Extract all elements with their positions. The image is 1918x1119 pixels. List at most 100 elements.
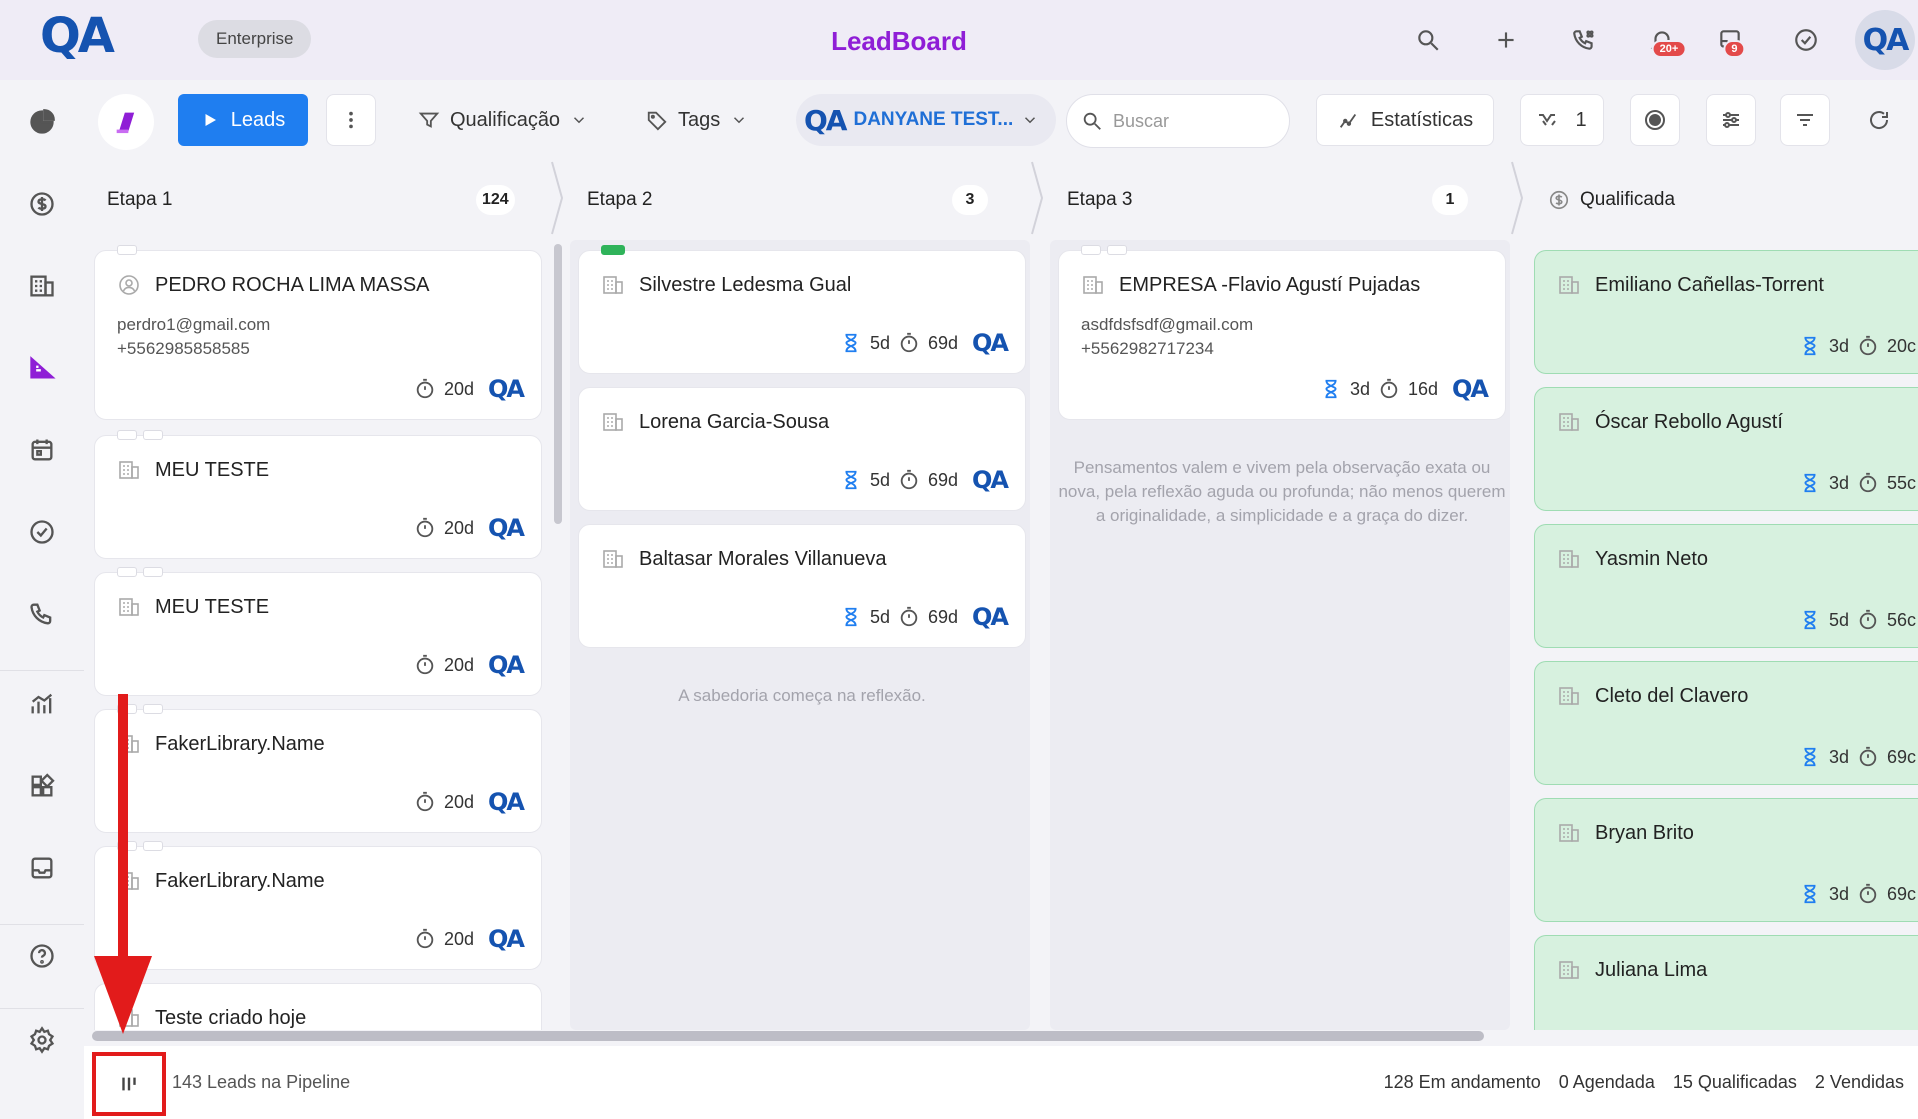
search-icon[interactable] — [1408, 20, 1448, 60]
dollar-icon[interactable] — [22, 184, 62, 224]
tasks-check-icon[interactable] — [22, 512, 62, 552]
building-icon[interactable] — [22, 266, 62, 306]
sidebar-divider — [0, 1008, 84, 1009]
lead-card[interactable]: Baltasar Morales Villanueva 5d 69d QA — [578, 524, 1026, 648]
lead-email: perdro1@gmail.com — [117, 315, 271, 334]
lead-card[interactable]: Juliana Lima — [1534, 935, 1918, 1030]
summary-qualified: 15 Qualificadas — [1672, 1072, 1797, 1092]
lead-card[interactable]: Emiliano Cañellas-Torrent 3d 20c — [1534, 250, 1918, 374]
bell-badge: 20+ — [1651, 40, 1687, 58]
phone-icon[interactable] — [22, 594, 62, 634]
lead-age: 20c — [1886, 335, 1916, 356]
user-selector[interactable]: QA DANYANE TEST... — [796, 94, 1056, 146]
settings-sliders-button[interactable] — [1706, 94, 1756, 146]
card-tabs — [601, 245, 625, 255]
hourglass-icon — [845, 333, 857, 353]
lead-card-footer: 5d 56c — [1799, 609, 1916, 631]
user-avatar-logo: QA — [804, 103, 848, 137]
lead-card[interactable]: FakerLibrary.Name 20d QA — [94, 704, 542, 833]
lead-card[interactable]: Yasmin Neto 5d 56c — [1534, 524, 1918, 648]
lead-card[interactable]: PEDRO ROCHA LIMA MASSA perdro1@gmail.com… — [94, 245, 542, 420]
lead-card[interactable]: Bryan Brito 3d 69c — [1534, 798, 1918, 922]
more-options-button[interactable] — [326, 94, 376, 146]
lead-card[interactable]: Óscar Rebollo Agustí 3d 55c — [1534, 387, 1918, 511]
refresh-button[interactable] — [1854, 94, 1904, 146]
column-quote: A sabedoria começa na reflexão. — [678, 686, 926, 705]
analytics-icon[interactable] — [22, 684, 62, 724]
timer-icon — [416, 928, 434, 949]
leadboard-icon[interactable] — [22, 348, 62, 388]
timer-icon — [416, 791, 434, 812]
widgets-icon[interactable] — [22, 766, 62, 806]
avatar[interactable]: QA — [1855, 10, 1915, 70]
building-icon — [603, 276, 623, 294]
lead-card[interactable]: Silvestre Ledesma Gual 5d 69d QA — [578, 245, 1026, 374]
view-toggle-button[interactable] — [1630, 94, 1680, 146]
search-icon — [1083, 112, 1101, 130]
lead-wait: 5d — [869, 332, 890, 353]
sidebar — [0, 80, 84, 1119]
hourglass-icon — [845, 607, 857, 627]
search-input[interactable] — [1113, 110, 1263, 132]
pipeline-brand-button[interactable] — [98, 94, 154, 150]
statistics-button-label: Estatísticas — [1370, 108, 1474, 131]
hourglass-icon — [1804, 336, 1816, 356]
owner-logo: QA — [972, 329, 1009, 357]
lead-card-footer: 3d 55c — [1799, 472, 1916, 494]
pipeline-total: 143 Leads na Pipeline — [172, 1072, 351, 1092]
dollar-icon — [1549, 190, 1569, 210]
filter-funnel-icon — [1539, 114, 1557, 126]
timer-icon — [1859, 883, 1877, 904]
help-icon[interactable] — [22, 936, 62, 976]
pipeline-summary: 128 Em andamento 0 Agendada 15 Qualifica… — [1384, 1072, 1904, 1093]
inbox-tray-icon[interactable] — [22, 848, 62, 888]
lead-wait: 3d — [1828, 746, 1849, 767]
building-icon — [119, 598, 139, 616]
lead-card-title: PEDRO ROCHA LIMA MASSA — [117, 273, 430, 297]
check-circle-icon[interactable] — [1786, 20, 1826, 60]
column-header-etapa-2: Etapa 2 — [587, 189, 653, 210]
lead-card-footer: 20d QA — [414, 788, 525, 816]
leads-button-label: Leads — [230, 108, 286, 131]
phone-dialpad-icon[interactable] — [1564, 20, 1604, 60]
kanban-view-button[interactable] — [92, 1052, 166, 1116]
tags-filter-label: Tags — [678, 108, 721, 131]
lead-name: Silvestre Ledesma Gual — [639, 273, 852, 296]
lead-age: 20d — [443, 791, 475, 812]
tags-filter[interactable]: Tags — [646, 94, 748, 146]
gear-icon[interactable] — [22, 1020, 62, 1060]
lead-wait: 3d — [1828, 472, 1849, 493]
stage-separator — [548, 160, 568, 236]
lead-age: 55c — [1886, 472, 1916, 493]
lead-card[interactable]: Cleto del Clavero 3d 69c — [1534, 661, 1918, 785]
stage-separator — [1028, 160, 1048, 236]
lead-card-title: Óscar Rebollo Agustí — [1557, 410, 1783, 434]
lead-card[interactable]: Lorena Garcia-Sousa 5d 69d QA — [578, 387, 1026, 511]
calendar-icon[interactable] — [22, 430, 62, 470]
hourglass-icon — [1325, 379, 1337, 399]
lead-card-title: Bryan Brito — [1557, 821, 1694, 845]
dashboard-pie-icon[interactable] — [22, 102, 62, 142]
active-filters-button[interactable]: 1 — [1520, 94, 1604, 146]
lead-card[interactable]: EMPRESA -Flavio Agustí Pujadas asdfdsfsd… — [1058, 245, 1506, 420]
leads-button[interactable]: Leads — [178, 94, 308, 146]
timer-icon — [1859, 609, 1877, 630]
qualification-filter[interactable]: Qualificação — [418, 94, 588, 146]
add-icon[interactable] — [1486, 20, 1526, 60]
lead-name: MEU TESTE — [155, 595, 270, 618]
bell-icon[interactable]: 20+ — [1642, 20, 1687, 60]
owner-logo: QA — [488, 925, 525, 953]
lead-card[interactable]: FakerLibrary.Name 20d QA — [94, 841, 542, 970]
board-horizontal-scrollbar[interactable] — [92, 1031, 1484, 1041]
sort-button[interactable] — [1780, 94, 1830, 146]
lead-age: 69c — [1886, 746, 1916, 767]
user-selector-name: DANYANE TEST... — [853, 109, 1014, 130]
lead-card[interactable]: Teste criado hoje — [94, 978, 542, 1030]
inbox-icon[interactable]: 9 — [1710, 20, 1750, 60]
column-scrollbar[interactable] — [554, 244, 562, 524]
lead-card-footer: 3d 16d QA — [1320, 375, 1489, 403]
statistics-button[interactable]: Estatísticas — [1316, 94, 1494, 146]
column-count-etapa-3: 1 — [1432, 185, 1468, 215]
lead-card[interactable]: MEU TESTE 20d QA — [94, 567, 542, 696]
lead-card[interactable]: MEU TESTE 20d QA — [94, 430, 542, 559]
